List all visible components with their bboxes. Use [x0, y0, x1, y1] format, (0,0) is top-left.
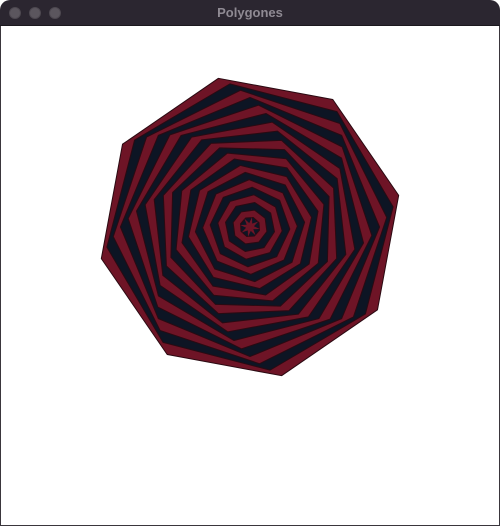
nested-polygons-figure: [100, 77, 400, 377]
title-bar[interactable]: Polygones: [0, 0, 500, 26]
window-title: Polygones: [217, 5, 283, 20]
drawing-canvas: [0, 26, 500, 526]
app-window: Polygones: [0, 0, 500, 526]
